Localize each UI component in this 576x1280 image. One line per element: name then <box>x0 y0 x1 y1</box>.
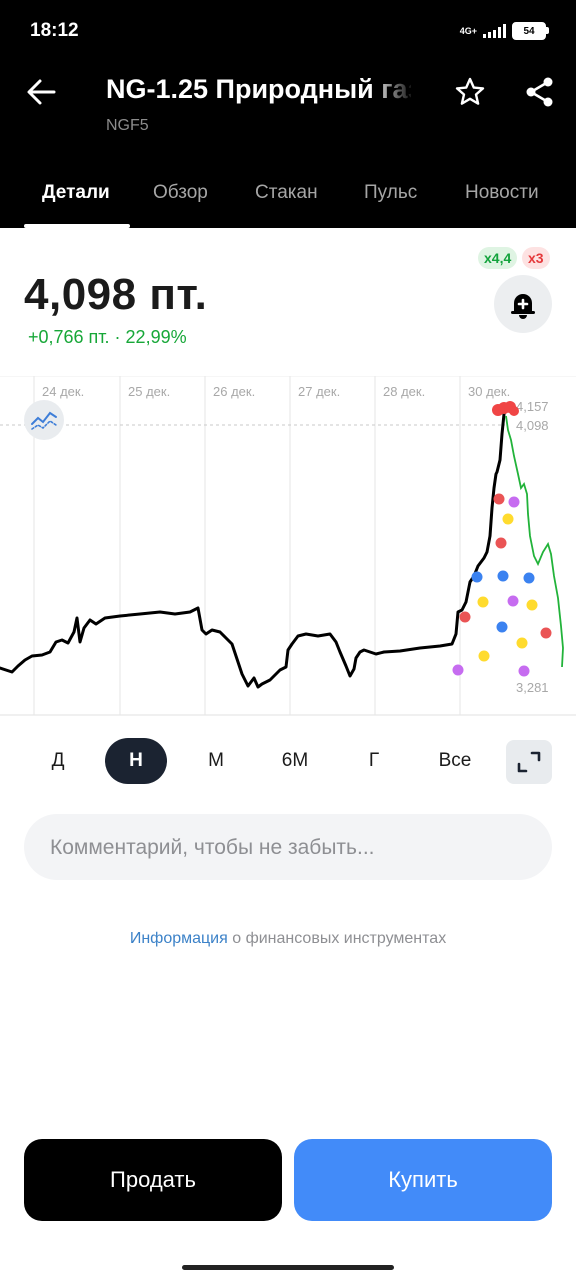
tab-bar: Детали Обзор Стакан Пульс Новости <box>0 170 576 228</box>
expand-icon <box>517 751 541 773</box>
bell-plus-icon <box>511 294 535 319</box>
info-text: Информация о финансовых инструментах <box>0 930 576 948</box>
multiplier-badge-green: x4,4 <box>478 247 518 269</box>
tab-news[interactable]: Новости <box>465 182 539 204</box>
marker-cluster-peak <box>492 401 519 416</box>
active-tab-indicator <box>24 224 130 228</box>
price-change: +0,766 пт. · 22,99% <box>28 327 187 347</box>
low-price-label: 3,281 <box>516 680 549 695</box>
drawn-line-green <box>505 415 564 668</box>
price-alert-button[interactable] <box>494 275 552 333</box>
current-price: 4,098 пт. <box>24 270 208 319</box>
back-arrow-icon[interactable] <box>26 78 56 106</box>
period-6m[interactable]: 6М <box>270 738 320 784</box>
comment-field[interactable] <box>24 814 552 882</box>
share-icon[interactable] <box>524 76 556 108</box>
period-year[interactable]: Г <box>352 738 396 784</box>
price-line <box>0 408 508 689</box>
network-type: 4G+ <box>459 25 477 36</box>
high-price-label: 4,157 <box>516 399 549 414</box>
tab-order-book[interactable]: Стакан <box>255 182 318 204</box>
fullscreen-button[interactable] <box>506 740 552 784</box>
period-month[interactable]: М <box>194 738 238 784</box>
status-icons: 4G+ 54 <box>459 20 549 42</box>
price-chart[interactable]: 24 дек. 25 дек. 26 дек. 27 дек. 28 дек. … <box>0 376 576 716</box>
tab-overview[interactable]: Обзор <box>153 182 208 204</box>
tab-details[interactable]: Детали <box>42 182 110 204</box>
current-price-label: 4,098 <box>516 418 549 433</box>
home-indicator <box>182 1265 394 1270</box>
sell-button[interactable]: Продать <box>24 1139 282 1221</box>
instrument-title: NG-1.25 Природный газ <box>106 74 411 104</box>
info-suffix: о финансовых инструментах <box>227 930 447 947</box>
instrument-ticker: NGF5 <box>106 117 149 134</box>
battery-icon: 54 <box>512 22 549 40</box>
period-all[interactable]: Все <box>430 738 480 784</box>
title-fade <box>370 70 415 114</box>
period-day[interactable]: Д <box>36 738 80 784</box>
chart-indicators-button[interactable] <box>24 400 64 440</box>
tab-pulse[interactable]: Пульс <box>364 182 417 204</box>
buy-button[interactable]: Купить <box>294 1139 552 1221</box>
indicators-icon <box>31 411 57 430</box>
period-week[interactable]: Н <box>105 738 167 784</box>
decorative-dots <box>452 493 552 677</box>
signal-icon <box>483 24 506 38</box>
date-label: 26 дек. <box>213 384 255 399</box>
favorite-star-icon[interactable] <box>454 76 486 108</box>
date-label: 28 дек. <box>383 384 425 399</box>
date-label: 27 дек. <box>298 384 340 399</box>
period-selector: Д Н М 6М Г Все <box>0 738 576 786</box>
date-label: 25 дек. <box>128 384 170 399</box>
multiplier-badge-red: x3 <box>522 247 550 269</box>
status-time: 18:12 <box>30 20 79 41</box>
date-label: 30 дек. <box>468 384 510 399</box>
date-label: 24 дек. <box>42 384 84 399</box>
info-link[interactable]: Информация <box>130 930 228 947</box>
comment-input[interactable] <box>48 814 532 882</box>
